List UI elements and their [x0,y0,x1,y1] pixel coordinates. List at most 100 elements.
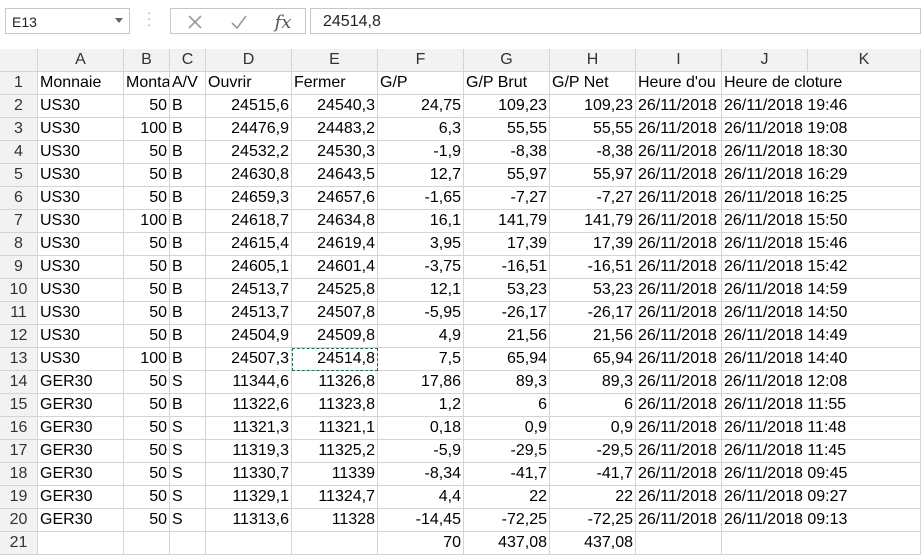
cell-h8[interactable]: 17,39 [550,233,636,256]
row-header-15[interactable]: 15 [0,394,38,417]
cell-c18[interactable]: S [170,463,206,486]
cell-i13[interactable]: 26/11/2018 [636,348,722,371]
column-header-e[interactable]: E [292,49,378,72]
cell-j5[interactable]: 26/11/2018 16:29 [722,164,921,187]
cell-e10[interactable]: 24525,8 [292,279,378,302]
cell-c9[interactable]: B [170,256,206,279]
cell-i17[interactable]: 26/11/2018 [636,440,722,463]
cell-f16[interactable]: 0,18 [378,417,464,440]
cell-i19[interactable]: 26/11/2018 [636,486,722,509]
cell-b6[interactable]: 50 [124,187,170,210]
cell-c8[interactable]: B [170,233,206,256]
cell-c4[interactable]: B [170,141,206,164]
cell-f10[interactable]: 12,1 [378,279,464,302]
cell-a17[interactable]: GER30 [38,440,124,463]
cell-c21[interactable] [170,532,206,555]
cell-f14[interactable]: 17,86 [378,371,464,394]
cell-a15[interactable]: GER30 [38,394,124,417]
cell-b7[interactable]: 100 [124,210,170,233]
cell-c14[interactable]: S [170,371,206,394]
cell-j15[interactable]: 26/11/2018 11:55 [722,394,921,417]
cell-f9[interactable]: -3,75 [378,256,464,279]
cell-c20[interactable]: S [170,509,206,532]
cell-i6[interactable]: 26/11/2018 [636,187,722,210]
cell-g11[interactable]: -26,17 [464,302,550,325]
cell-e13[interactable]: 24514,8 [292,348,378,371]
cell-d5[interactable]: 24630,8 [206,164,292,187]
cell-e14[interactable]: 11326,8 [292,371,378,394]
cell-g20[interactable]: -72,25 [464,509,550,532]
cell-b21[interactable] [124,532,170,555]
cell-e18[interactable]: 11339 [292,463,378,486]
cell-a13[interactable]: US30 [38,348,124,371]
cell-i9[interactable]: 26/11/2018 [636,256,722,279]
cell-j7[interactable]: 26/11/2018 15:50 [722,210,921,233]
cell-h17[interactable]: -29,5 [550,440,636,463]
cell-j18[interactable]: 26/11/2018 09:45 [722,463,921,486]
cell-g15[interactable]: 6 [464,394,550,417]
cell-j10[interactable]: 26/11/2018 14:59 [722,279,921,302]
cell-b10[interactable]: 50 [124,279,170,302]
cell-f1[interactable]: G/P [378,72,464,95]
cell-e16[interactable]: 11321,1 [292,417,378,440]
row-header-17[interactable]: 17 [0,440,38,463]
cell-b11[interactable]: 50 [124,302,170,325]
cell-d14[interactable]: 11344,6 [206,371,292,394]
cell-f12[interactable]: 4,9 [378,325,464,348]
cell-h15[interactable]: 6 [550,394,636,417]
cell-e3[interactable]: 24483,2 [292,118,378,141]
cell-j20[interactable]: 26/11/2018 09:13 [722,509,921,532]
row-header-19[interactable]: 19 [0,486,38,509]
cell-e6[interactable]: 24657,6 [292,187,378,210]
cell-j21[interactable] [722,532,921,555]
row-header-5[interactable]: 5 [0,164,38,187]
cell-c15[interactable]: B [170,394,206,417]
cell-h16[interactable]: 0,9 [550,417,636,440]
cell-a19[interactable]: GER30 [38,486,124,509]
cell-h19[interactable]: 22 [550,486,636,509]
cell-b1[interactable]: Monta [124,72,170,95]
cell-g5[interactable]: 55,97 [464,164,550,187]
row-header-21[interactable]: 21 [0,532,38,555]
cell-d8[interactable]: 24615,4 [206,233,292,256]
cell-a3[interactable]: US30 [38,118,124,141]
cell-i18[interactable]: 26/11/2018 [636,463,722,486]
cell-f17[interactable]: -5,9 [378,440,464,463]
cell-i5[interactable]: 26/11/2018 [636,164,722,187]
more-options-icon[interactable]: · · · [146,6,152,31]
cell-a12[interactable]: US30 [38,325,124,348]
cell-c17[interactable]: S [170,440,206,463]
cell-j13[interactable]: 26/11/2018 14:40 [722,348,921,371]
column-header-h[interactable]: H [550,49,636,72]
cell-h18[interactable]: -41,7 [550,463,636,486]
cell-a11[interactable]: US30 [38,302,124,325]
cell-d13[interactable]: 24507,3 [206,348,292,371]
cell-i16[interactable]: 26/11/2018 [636,417,722,440]
cell-h21[interactable]: 437,08 [550,532,636,555]
row-header-4[interactable]: 4 [0,141,38,164]
cell-f13[interactable]: 7,5 [378,348,464,371]
cell-h5[interactable]: 55,97 [550,164,636,187]
cell-b13[interactable]: 100 [124,348,170,371]
cell-a1[interactable]: Monnaie [38,72,124,95]
cell-g2[interactable]: 109,23 [464,95,550,118]
row-header-14[interactable]: 14 [0,371,38,394]
cell-d15[interactable]: 11322,6 [206,394,292,417]
row-header-13[interactable]: 13 [0,348,38,371]
cell-j6[interactable]: 26/11/2018 16:25 [722,187,921,210]
cell-g3[interactable]: 55,55 [464,118,550,141]
cell-d20[interactable]: 11313,6 [206,509,292,532]
cell-c5[interactable]: B [170,164,206,187]
cell-g4[interactable]: -8,38 [464,141,550,164]
cell-f19[interactable]: 4,4 [378,486,464,509]
cell-e17[interactable]: 11325,2 [292,440,378,463]
cell-d9[interactable]: 24605,1 [206,256,292,279]
cell-g7[interactable]: 141,79 [464,210,550,233]
cell-c2[interactable]: B [170,95,206,118]
cell-g19[interactable]: 22 [464,486,550,509]
row-header-16[interactable]: 16 [0,417,38,440]
cell-e7[interactable]: 24634,8 [292,210,378,233]
cell-a20[interactable]: GER30 [38,509,124,532]
cell-e20[interactable]: 11328 [292,509,378,532]
cell-f6[interactable]: -1,65 [378,187,464,210]
